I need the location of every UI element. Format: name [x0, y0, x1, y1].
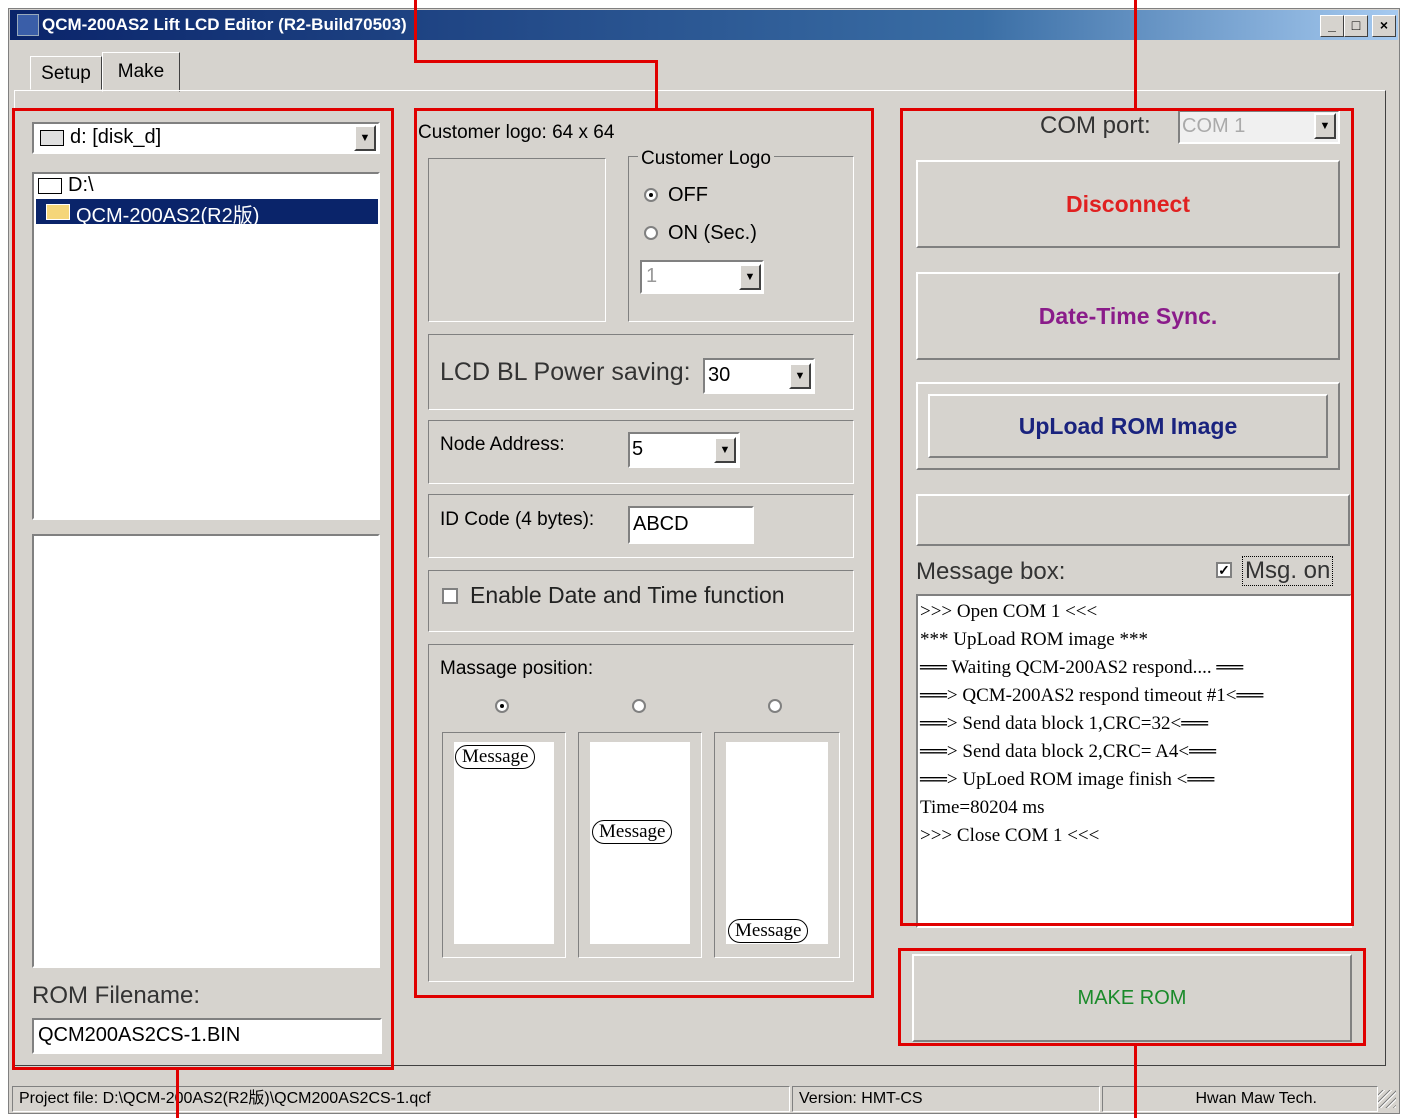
resize-grip-icon[interactable] — [1378, 1090, 1396, 1108]
annotation-box-middle — [414, 108, 874, 998]
annotation-line — [655, 60, 658, 110]
app-icon — [17, 14, 39, 36]
annotation-line — [176, 1068, 179, 1118]
annotation-box-right — [900, 108, 1354, 926]
annotation-box-make — [898, 948, 1366, 1046]
window-title: QCM-200AS2 Lift LCD Editor (R2-Build7050… — [42, 15, 407, 34]
annotation-line — [414, 0, 417, 62]
tab-make[interactable]: Make — [102, 52, 180, 92]
tab-setup[interactable]: Setup — [30, 56, 102, 90]
annotation-line — [1134, 1044, 1137, 1118]
status-company: Hwan Maw Tech. — [1102, 1086, 1378, 1112]
minimize-button[interactable]: _ — [1320, 15, 1344, 37]
close-button[interactable]: × — [1372, 15, 1396, 37]
annotation-box-left — [12, 108, 394, 1070]
status-version: Version: HMT-CS — [792, 1086, 1100, 1112]
status-project: Project file: D:\QCM-200AS2(R2版)\QCM200A… — [12, 1086, 790, 1112]
annotation-line — [414, 60, 658, 63]
annotation-line — [1134, 0, 1137, 110]
maximize-button[interactable]: □ — [1344, 15, 1368, 37]
